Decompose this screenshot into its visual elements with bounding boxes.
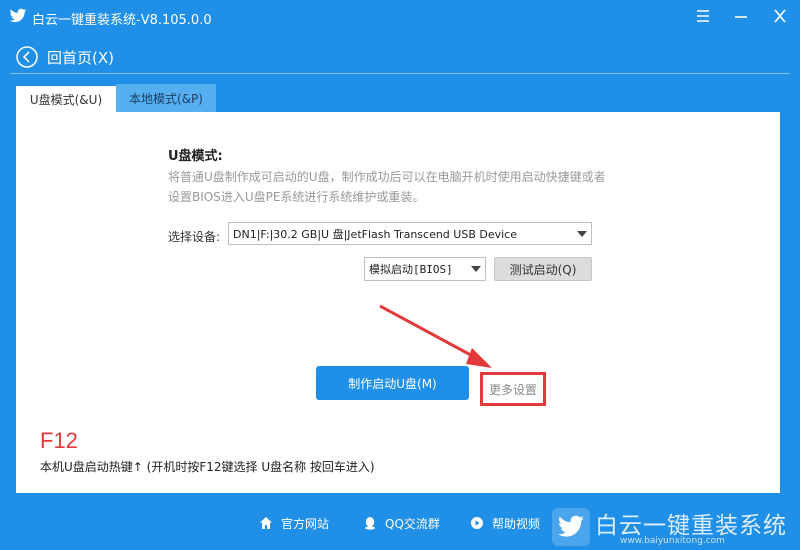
- close-icon[interactable]: [770, 7, 790, 25]
- back-arrow-icon: [16, 46, 38, 68]
- title-bar: 白云一键重装系统-V8.105.0.0: [0, 0, 800, 34]
- bird-logo-icon: [9, 8, 27, 24]
- watermark-title: 白云一键重装系统: [595, 513, 787, 539]
- device-select-value: DN1|F:|30.2 GB|U 盘|JetFlash Transcend US…: [233, 227, 517, 241]
- qq-penguin-icon: [365, 517, 375, 530]
- back-home-button[interactable]: 回首页(X): [16, 44, 124, 70]
- boot-mode-select[interactable]: 模拟启动[BIOS]: [364, 257, 486, 281]
- help-video-icon: [471, 517, 483, 529]
- usb-mode-panel: U盘模式: 将普通U盘制作成可启动的U盘，制作成功后可以在电脑开机时使用启动快捷…: [16, 112, 780, 493]
- watermark: 白云一键重装系统 www.baiyunxitong.com: [550, 505, 800, 550]
- tab-local-mode[interactable]: 本地模式(&P): [116, 84, 216, 112]
- device-select[interactable]: DN1|F:|30.2 GB|U 盘|JetFlash Transcend US…: [228, 222, 592, 245]
- nav-row: 回首页(X): [0, 34, 800, 74]
- window-title: 白云一键重装系统-V8.105.0.0: [32, 13, 212, 28]
- back-home-label: 回首页(X): [47, 48, 114, 67]
- hotkey-description: 本机U盘启动热键↑ (开机时按F12键选择 U盘名称 按回车进入): [40, 460, 375, 474]
- footer-link-label: 帮助视频: [492, 516, 541, 531]
- dropdown-arrow-icon: [573, 223, 591, 244]
- menu-icon[interactable]: [693, 7, 713, 25]
- hotkey-key: F12: [40, 428, 78, 453]
- minimize-icon[interactable]: [731, 7, 751, 25]
- tab-usb-mode[interactable]: U盘模式(&U): [16, 84, 116, 112]
- boot-mode-value: 模拟启动[BIOS]: [369, 263, 453, 276]
- annotation-arrow-icon: [379, 304, 492, 368]
- mode-title: U盘模式:: [168, 149, 223, 164]
- test-boot-button[interactable]: 测试启动(Q): [494, 257, 592, 281]
- footer-help-video-link[interactable]: 帮助视频: [470, 513, 540, 533]
- footer-qq-group-link[interactable]: QQ交流群: [363, 513, 440, 533]
- make-boot-usb-button[interactable]: 制作启动U盘(M): [316, 366, 469, 400]
- more-settings-button[interactable]: 更多设置: [480, 372, 546, 406]
- dropdown-arrow-icon: [467, 258, 485, 280]
- mode-description: 将普通U盘制作成可启动的U盘，制作成功后可以在电脑开机时使用启动快捷键或者设置B…: [168, 170, 606, 204]
- bird-logo-icon: [552, 508, 590, 546]
- device-label: 选择设备:: [168, 230, 221, 244]
- footer-link-label: QQ交流群: [385, 516, 440, 531]
- nav-divider: [10, 73, 790, 74]
- footer-official-site-link[interactable]: 官方网站: [259, 513, 329, 533]
- home-icon: [260, 517, 272, 529]
- watermark-url: www.baiyunxitong.com: [620, 536, 725, 546]
- footer-link-label: 官方网站: [281, 516, 330, 531]
